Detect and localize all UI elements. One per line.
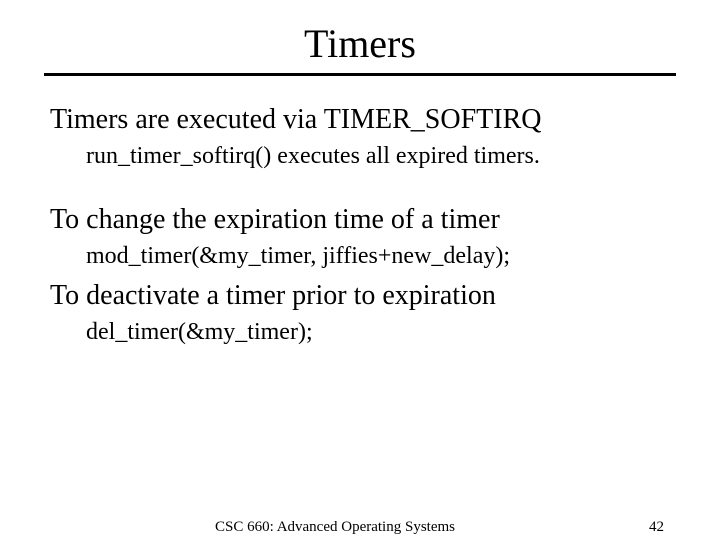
- section-lead: Timers are executed via TIMER_SOFTIRQ: [50, 102, 670, 137]
- section-lead: To change the expiration time of a timer: [50, 202, 670, 237]
- footer-page: 42: [614, 519, 664, 536]
- section-code: mod_timer(&my_timer, jiffies+new_delay);: [86, 241, 670, 272]
- slide-body: Timers are executed via TIMER_SOFTIRQ ru…: [50, 102, 670, 349]
- section-code: del_timer(&my_timer);: [86, 317, 670, 348]
- slide-title: Timers: [0, 20, 720, 67]
- footer-course: CSC 660: Advanced Operating Systems: [56, 519, 614, 536]
- slide-footer: CSC 660: Advanced Operating Systems 42: [0, 519, 720, 536]
- title-rule: [44, 73, 676, 76]
- slide: Timers Timers are executed via TIMER_SOF…: [0, 20, 720, 540]
- section-lead: To deactivate a timer prior to expiratio…: [50, 278, 670, 313]
- section-code: run_timer_softirq() executes all expired…: [86, 141, 670, 172]
